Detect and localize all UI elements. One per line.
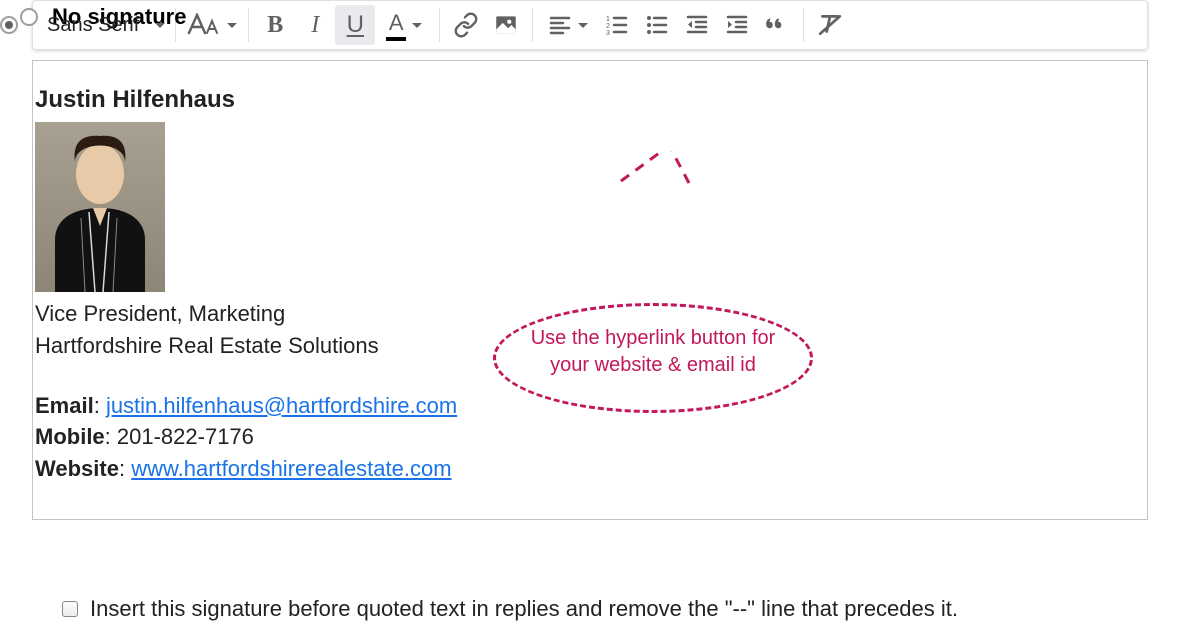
font-family-dropdown[interactable]: Sans Serif [37, 5, 169, 45]
signature-mobile-line: Mobile: 201-822-7176 [35, 421, 1147, 453]
bold-button[interactable]: B [255, 5, 295, 45]
signature-website-link[interactable]: www.hartfordshirerealestate.com [131, 456, 451, 481]
link-icon [453, 12, 479, 38]
italic-button[interactable]: I [295, 5, 335, 45]
signature-name: Justin Hilfenhaus [35, 83, 1147, 118]
blockquote-button[interactable] [757, 5, 797, 45]
numbered-list-button[interactable]: 1 2 3 [597, 5, 637, 45]
bulleted-list-icon [645, 13, 669, 37]
svg-text:3: 3 [606, 30, 610, 37]
radio-no-signature[interactable] [20, 8, 38, 26]
signature-company: Hartfordshire Real Estate Solutions [35, 330, 1147, 362]
font-size-dropdown[interactable] [182, 5, 242, 45]
numbered-list-icon: 1 2 3 [605, 13, 629, 37]
image-icon [493, 12, 519, 38]
signature-email-line: Email: justin.hilfenhaus@hartfordshire.c… [35, 390, 1147, 422]
insert-link-button[interactable] [446, 5, 486, 45]
remove-format-icon [817, 12, 843, 38]
signature-editor[interactable]: Justin Hilfenhaus Vice President, Market… [32, 60, 1148, 520]
bulleted-list-button[interactable] [637, 5, 677, 45]
align-left-icon [548, 13, 572, 37]
caret-down-icon [578, 23, 588, 28]
signature-website-line: Website: www.hartfordshirerealestate.com [35, 453, 1147, 485]
indent-more-button[interactable] [717, 5, 757, 45]
caret-down-icon [227, 23, 237, 28]
text-color-dropdown[interactable]: A [375, 5, 433, 45]
underline-button[interactable]: U [335, 5, 375, 45]
signature-photo [35, 122, 165, 292]
svg-text:2: 2 [606, 23, 610, 30]
font-size-icon [187, 13, 221, 37]
font-family-label: Sans Serif [47, 14, 149, 37]
insert-before-quoted-checkbox[interactable] [62, 601, 78, 617]
svg-text:1: 1 [606, 16, 610, 23]
remove-formatting-button[interactable] [810, 5, 850, 45]
signature-email-link[interactable]: justin.hilfenhaus@hartfordshire.com [106, 393, 457, 418]
insert-before-quoted-label: Insert this signature before quoted text… [90, 596, 958, 622]
quote-icon [764, 12, 790, 38]
indent-more-icon [725, 13, 749, 37]
caret-down-icon [412, 23, 422, 28]
caret-down-icon [155, 23, 165, 28]
signature-format-toolbar: Sans Serif B I U A [32, 0, 1148, 50]
insert-image-button[interactable] [486, 5, 526, 45]
align-dropdown[interactable] [539, 5, 597, 45]
indent-less-icon [685, 13, 709, 37]
signature-title: Vice President, Marketing [35, 298, 1147, 330]
indent-less-button[interactable] [677, 5, 717, 45]
radio-use-signature[interactable] [0, 16, 18, 34]
